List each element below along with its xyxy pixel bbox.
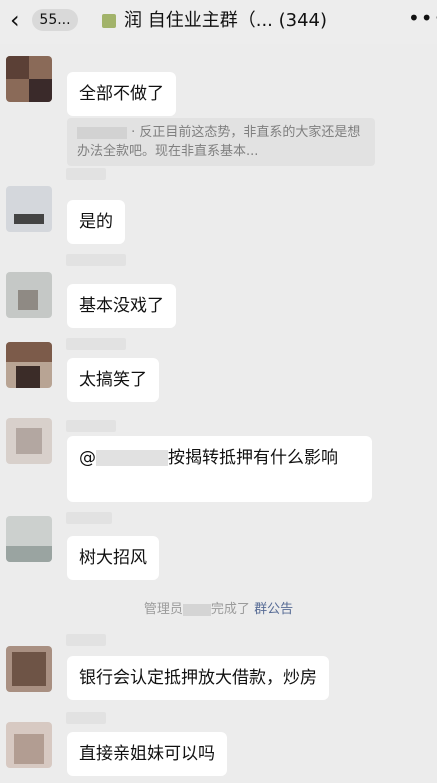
message-bubble[interactable]: 太搞笑了 (67, 358, 159, 402)
avatar[interactable] (6, 516, 52, 562)
avatar[interactable] (6, 342, 52, 388)
message-text: 按揭转抵押有什么影响 (168, 448, 338, 468)
quoted-sender-blur (77, 126, 127, 139)
sender-name-blur (66, 512, 112, 524)
sender-name-blur (66, 254, 126, 266)
back-button[interactable]: ‹ (10, 8, 20, 32)
avatar[interactable] (6, 272, 52, 318)
message-bubble[interactable]: 全部不做了 (67, 72, 176, 116)
message-bubble[interactable]: 直接亲姐妹可以吗 (67, 732, 227, 776)
sender-name-blur (66, 168, 106, 180)
notice-prefix: 管理员 (143, 602, 183, 617)
group-tag-icon (102, 14, 116, 28)
message-bubble[interactable]: 是的 (67, 200, 125, 244)
message-bubble[interactable]: 树大招风 (67, 536, 159, 580)
more-dots-icon: ••• (408, 6, 437, 30)
chat-header: ‹ 55... 润 自住业主群（... (344) ••• (0, 0, 437, 44)
chat-title[interactable]: 润 自住业主群（... (344) (124, 8, 327, 34)
system-notice: 管理员 完成了 群公告 (0, 598, 437, 617)
mention-name-blur (96, 450, 168, 466)
message-bubble[interactable]: 银行会认定抵押放大借款，炒房 (67, 656, 329, 700)
chevron-left-icon: ‹ (10, 6, 20, 34)
message-bubble[interactable]: @ 按揭转抵押有什么影响 (67, 436, 372, 502)
avatar[interactable] (6, 186, 52, 232)
member-count: (344) (278, 10, 328, 31)
mention-at: @ (79, 448, 96, 468)
group-notice-link[interactable]: 群公告 (254, 602, 293, 617)
sender-name-blur (66, 338, 126, 350)
group-name: 润 自住业主群（... (124, 10, 273, 31)
unread-badge[interactable]: 55... (32, 9, 78, 31)
message-bubble[interactable]: 基本没戏了 (67, 284, 176, 328)
avatar[interactable] (6, 56, 52, 102)
more-button[interactable]: ••• (408, 6, 437, 30)
notice-middle: 完成了 (210, 602, 250, 617)
avatar[interactable] (6, 722, 52, 768)
avatar[interactable] (6, 418, 52, 464)
avatar[interactable] (6, 646, 52, 692)
sender-name-blur (66, 712, 106, 724)
sender-name-blur (66, 634, 106, 646)
sender-name-blur (66, 420, 116, 432)
admin-name-blur (182, 603, 211, 616)
quoted-message[interactable]: · 反正目前这态势，非直系的大家还是想办法全款吧。现在非直系基本... (67, 118, 375, 166)
